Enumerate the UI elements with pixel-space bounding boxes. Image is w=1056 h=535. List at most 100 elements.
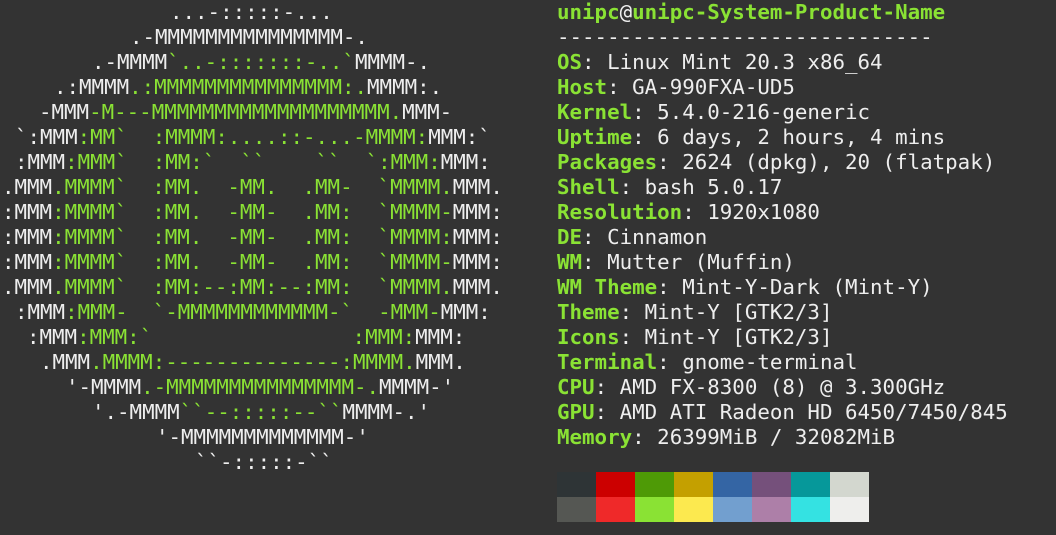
info-key: WM Theme <box>557 275 658 299</box>
info-value: 2624 (dpkg), 20 (flatpak) <box>682 150 996 174</box>
palette-swatch <box>830 497 869 522</box>
username: unipc <box>557 0 620 24</box>
info-row: Kernel: 5.4.0-216-generic <box>557 100 1008 125</box>
info-colon: : <box>594 400 620 424</box>
logo-line: '.-MMMM``--:::::--``MMMM-.' <box>0 400 503 425</box>
logo-line: .-MMMMMMMMMMMMMMM-. <box>0 25 503 50</box>
logo-segment: .:MMMM <box>54 75 130 99</box>
palette-normal-row <box>557 472 869 497</box>
info-colon: : <box>632 125 658 149</box>
info-key: Packages <box>557 150 658 174</box>
logo-segment: .MMMM` :MM. -MM. .MM- `MMMM. <box>52 175 453 199</box>
palette-swatch <box>830 472 869 497</box>
logo-line: :MMM:MMMM` :MM. -MM- .MM: `MMMM:MMM: <box>0 225 503 250</box>
info-colon: : <box>619 175 645 199</box>
hostname: unipc-System-Product-Name <box>632 0 946 24</box>
info-key: DE <box>557 225 583 249</box>
info-row: CPU: AMD FX-8300 (8) @ 3.300GHz <box>557 375 1008 400</box>
palette-swatch <box>752 472 791 497</box>
info-colon: : <box>619 325 645 349</box>
info-colon: : <box>657 275 683 299</box>
logo-line: :MMM:MMMM` :MM. -MM- .MM: `MMMM-MMM: <box>0 200 503 225</box>
logo-segment: :MMMM` :MM. -MM- .MM: `MMMM: <box>52 225 453 249</box>
info-value: 6 days, 2 hours, 4 mins <box>657 125 946 149</box>
logo-segment: -M---MMMMMMMMMMMMMMMMMMM. <box>89 100 403 124</box>
info-value: GA-990FXA-UD5 <box>632 75 795 99</box>
palette-swatch <box>791 472 830 497</box>
logo-segment: :MMMM` :MM. -MM- .MM: `MMMM- <box>52 250 453 274</box>
logo-line: ``-:::::-`` <box>0 450 503 475</box>
info-row: WM Theme: Mint-Y-Dark (Mint-Y) <box>557 275 1008 300</box>
logo-segment: MMM: <box>452 250 503 274</box>
logo-segment: ...-:::::-... <box>170 0 333 24</box>
logo-segment: MMMM-. <box>354 50 431 74</box>
info-colon: : <box>582 225 608 249</box>
logo-segment: .MMM <box>2 275 53 299</box>
logo-segment: MMMM-' <box>379 375 455 399</box>
info-key: Icons <box>557 325 620 349</box>
palette-swatch <box>596 472 635 497</box>
palette-swatch <box>713 472 752 497</box>
logo-line: .:MMMM.:MMMMMMMMMMMMMMM:.MMMM:. <box>0 75 503 100</box>
info-row: OS: Linux Mint 20.3 x86_64 <box>557 50 1008 75</box>
logo-segment: MMM: <box>440 150 491 174</box>
info-key: Kernel <box>557 100 633 124</box>
logo-segment: :MMMM` :MM. -MM- .MM: `MMMM- <box>52 200 453 224</box>
palette-bright-row <box>557 497 869 522</box>
logo-segment: '.-MMMM <box>92 400 180 424</box>
logo-segment: :MMM <box>2 225 53 249</box>
logo-line: .MMM.MMMM:--------------:MMMM.MMM. <box>0 350 503 375</box>
info-row: GPU: AMD ATI Radeon HD 6450/7450/845 <box>557 400 1008 425</box>
logo-segment: .-MMMMMMMMMMMMMMM-. <box>130 25 368 49</box>
palette-swatch <box>752 497 791 522</box>
logo-segment: MMM. <box>415 350 466 374</box>
logo-segment: :MMM <box>15 150 66 174</box>
info-key: OS <box>557 50 583 74</box>
info-colon: : <box>657 350 683 374</box>
logo-segment: MMM: <box>415 325 466 349</box>
info-value: bash 5.0.17 <box>644 175 783 199</box>
info-value: 1920x1080 <box>707 200 820 224</box>
logo-segment: MMM: <box>452 200 503 224</box>
info-value: Mint-Y-Dark (Mint-Y) <box>682 275 933 299</box>
info-rows: OS: Linux Mint 20.3 x86_64 Host: GA-990FX… <box>557 50 1008 450</box>
info-row: Terminal: gnome-terminal <box>557 350 1008 375</box>
logo-segment: -MMM <box>39 100 90 124</box>
info-key: Resolution <box>557 200 683 224</box>
info-colon: : <box>657 150 683 174</box>
info-row: Theme: Mint-Y [GTK2/3] <box>557 300 1008 325</box>
palette-swatch <box>557 497 596 522</box>
logo-segment: :MMM <box>15 300 66 324</box>
logo-segment: .MMMM:--------------:MMMM. <box>90 350 416 374</box>
logo-line: .MMM.MMMM` :MM:--:MM:--:MM: `MMMM.MMM. <box>0 275 503 300</box>
info-colon: : <box>594 375 620 399</box>
logo-segment: '-MMMMMMMMMMMMM-' <box>156 425 369 449</box>
info-value: Mint-Y [GTK2/3] <box>644 325 833 349</box>
logo-line: `:MMM:MM` :MMMM:....::-...-MMMM:MMM:` <box>0 125 503 150</box>
logo-line: :MMM:MMM` :MM:` `` `` `:MMM:MMM: <box>0 150 503 175</box>
info-key: Memory <box>557 425 633 449</box>
logo-line: '-MMMMMMMMMMMMM-' <box>0 425 503 450</box>
logo-segment: ``--:::::--`` <box>179 400 343 424</box>
logo-line: ...-:::::-... <box>0 0 503 25</box>
info-key: Theme <box>557 300 620 324</box>
header-separator: ------------------------------ <box>557 25 933 49</box>
info-value: Mutter (Muffin) <box>607 250 795 274</box>
logo-segment: :MMM <box>27 325 78 349</box>
info-value: gnome-terminal <box>682 350 858 374</box>
palette-swatch <box>557 472 596 497</box>
logo-segment: MMMM:. <box>367 75 443 99</box>
info-value: 5.4.0-216-generic <box>657 100 871 124</box>
info-row: Memory: 26399MiB / 32082MiB <box>557 425 1008 450</box>
info-key: Terminal <box>557 350 658 374</box>
info-row: Icons: Mint-Y [GTK2/3] <box>557 325 1008 350</box>
logo-line: :MMM:MMM:` :MMM:MMM: <box>0 325 503 350</box>
logo-segment: MMMM-.' <box>342 400 431 424</box>
system-info-panel: unipc@unipc-System-Product-Name --------… <box>557 0 1008 450</box>
logo-segment: :MMM <box>2 200 53 224</box>
logo-segment: MMM. <box>452 175 503 199</box>
info-value: AMD ATI Radeon HD 6450/7450/845 <box>619 400 1008 424</box>
info-key: Host <box>557 75 608 99</box>
palette-swatch <box>674 497 713 522</box>
logo-segment: MMM:` <box>428 125 491 149</box>
